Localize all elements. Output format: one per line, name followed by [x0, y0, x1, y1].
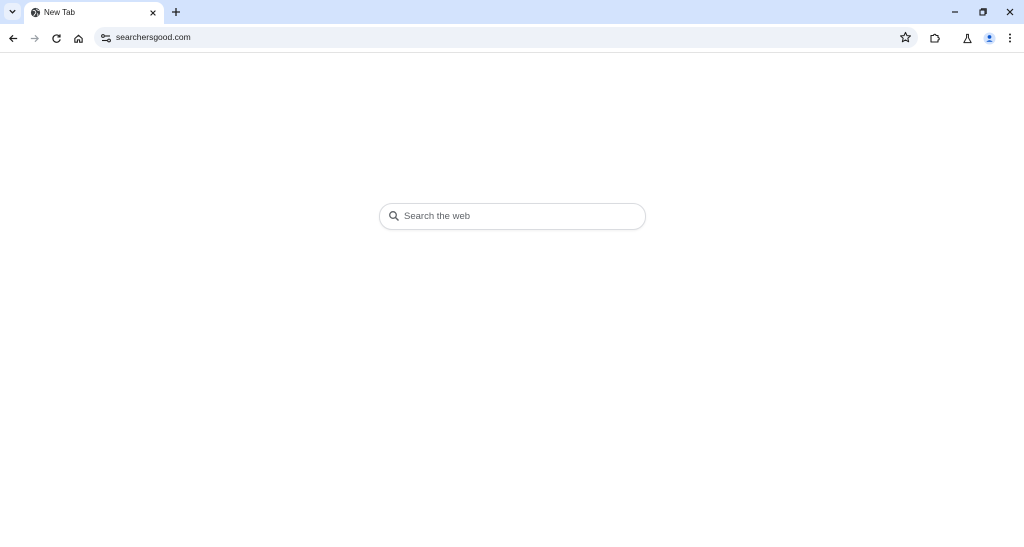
browser-toolbar: searchersgood.com [0, 24, 1024, 53]
back-button[interactable] [5, 30, 21, 46]
search-input[interactable] [404, 207, 634, 225]
reload-button[interactable] [48, 30, 64, 46]
new-tab-button[interactable] [169, 5, 183, 19]
chevron-down-icon [9, 9, 16, 14]
close-icon [149, 9, 156, 16]
restore-button[interactable] [976, 5, 990, 19]
extensions-button[interactable] [927, 30, 943, 46]
address-bar[interactable]: searchersgood.com [94, 27, 918, 48]
globe-icon [30, 7, 41, 18]
kebab-menu-icon [1009, 33, 1011, 43]
reload-icon [51, 33, 61, 43]
puzzle-icon [930, 33, 940, 43]
home-icon [73, 34, 83, 43]
tab-search-button[interactable] [4, 3, 21, 20]
home-button[interactable] [70, 30, 86, 46]
restore-icon [979, 8, 987, 16]
arrow-left-icon [8, 34, 17, 42]
search-icon [389, 211, 399, 221]
search-box[interactable] [379, 203, 646, 230]
minimize-button[interactable] [948, 5, 962, 19]
close-window-button[interactable] [1003, 5, 1017, 19]
profile-button[interactable] [981, 30, 997, 46]
plus-icon [172, 8, 180, 16]
avatar-icon [982, 31, 996, 45]
tab-title: New Tab [44, 8, 75, 17]
tab-close-button[interactable] [147, 7, 158, 18]
tab-new-tab[interactable]: New Tab [24, 2, 164, 24]
menu-button[interactable] [1002, 30, 1018, 46]
star-icon[interactable] [899, 31, 912, 44]
tab-strip: New Tab [0, 0, 1024, 24]
flask-icon [962, 33, 972, 43]
labs-button[interactable] [959, 30, 975, 46]
arrow-right-icon [30, 34, 39, 42]
close-icon [1006, 8, 1014, 16]
forward-button[interactable] [26, 30, 42, 46]
tune-icon[interactable] [100, 32, 112, 44]
minimize-icon [952, 11, 958, 13]
url-text[interactable]: searchersgood.com [116, 32, 191, 43]
